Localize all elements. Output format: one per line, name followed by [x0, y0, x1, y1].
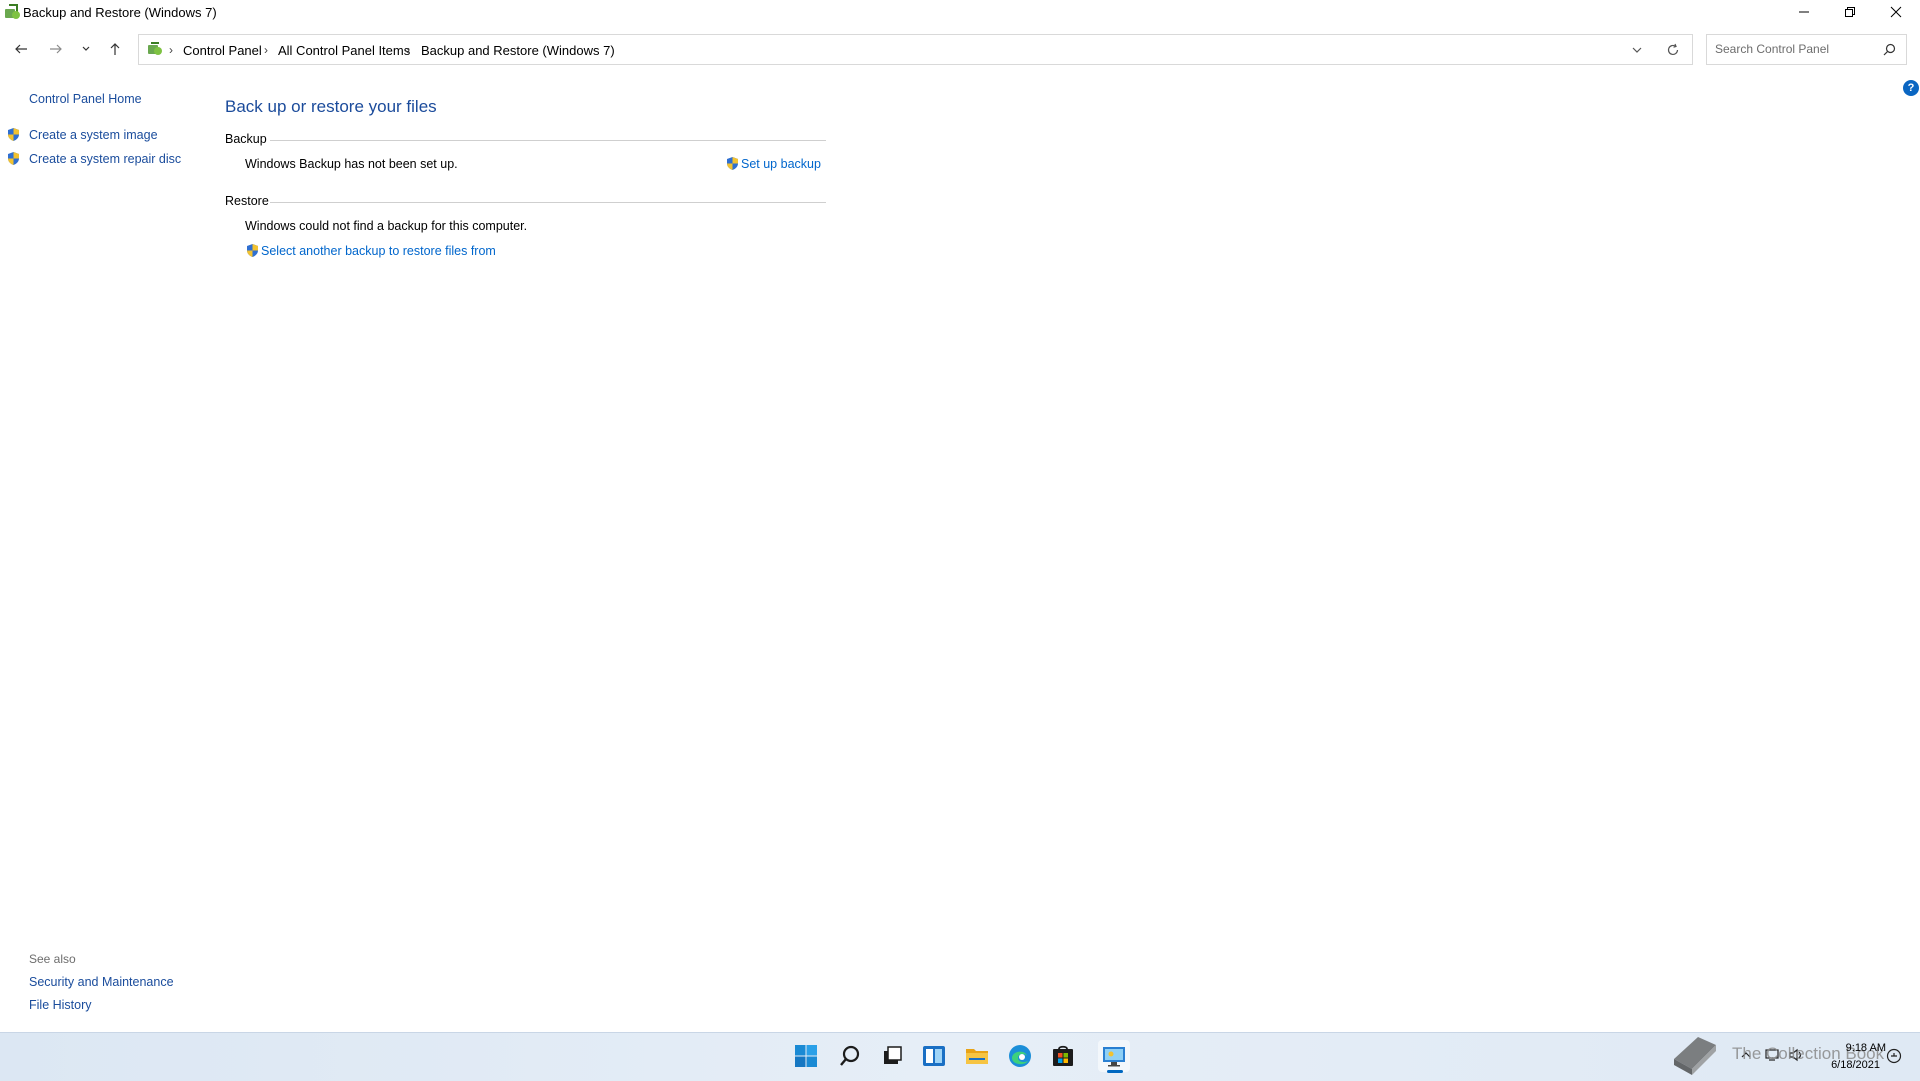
- control-panel-taskbar-button[interactable]: [1098, 1040, 1130, 1072]
- backup-status: Windows Backup has not been set up.: [245, 157, 458, 171]
- forward-button[interactable]: [46, 39, 66, 59]
- close-icon: [1890, 6, 1902, 18]
- active-app-indicator: [1107, 1070, 1123, 1073]
- widgets-icon: [923, 1046, 945, 1066]
- security-maintenance-link[interactable]: Security and Maintenance: [29, 975, 174, 989]
- chevron-down-icon: [82, 46, 90, 51]
- create-system-image-link[interactable]: Create a system image: [29, 128, 158, 142]
- window-title: Backup and Restore (Windows 7): [23, 5, 217, 20]
- recent-locations-button[interactable]: [76, 39, 96, 59]
- breadcrumb-separator: ›: [264, 43, 268, 57]
- taskbar: [0, 1032, 1920, 1081]
- arrow-left-icon: [15, 44, 27, 54]
- breadcrumb-backup-restore[interactable]: Backup and Restore (Windows 7): [421, 43, 615, 58]
- breadcrumb-separator: ›: [406, 43, 410, 57]
- uac-shield-icon: [8, 152, 19, 165]
- breadcrumb-control-panel[interactable]: Control Panel: [183, 43, 262, 58]
- taskbar-search-button[interactable]: [834, 1040, 866, 1072]
- widgets-button[interactable]: [918, 1040, 950, 1072]
- task-view-button[interactable]: [876, 1040, 908, 1072]
- address-bar[interactable]: › Control Panel › All Control Panel Item…: [138, 34, 1693, 65]
- clock-time[interactable]: 9:18 AM: [1836, 1042, 1886, 1054]
- edge-button[interactable]: [1004, 1040, 1036, 1072]
- control-panel-home-link[interactable]: Control Panel Home: [29, 92, 142, 106]
- control-panel-icon: [1103, 1047, 1125, 1067]
- file-history-link[interactable]: File History: [29, 998, 92, 1012]
- restore-icon: [1845, 7, 1855, 17]
- close-button[interactable]: [1873, 0, 1919, 24]
- file-explorer-button[interactable]: [961, 1040, 993, 1072]
- address-history-chevron-icon[interactable]: [1630, 43, 1644, 57]
- restore-heading: Restore: [225, 194, 269, 208]
- arrow-right-icon: [50, 44, 62, 54]
- uac-shield-icon: [247, 244, 258, 257]
- breadcrumb-separator: ›: [169, 43, 173, 57]
- help-button[interactable]: ?: [1903, 80, 1919, 96]
- backup-restore-app-icon: [5, 4, 20, 19]
- store-button[interactable]: [1047, 1040, 1079, 1072]
- search-icon: [1883, 43, 1896, 56]
- book-watermark-icon: [1674, 1037, 1716, 1075]
- restore-divider: [270, 202, 826, 203]
- select-another-backup-link[interactable]: Select another backup to restore files f…: [261, 244, 496, 258]
- see-also-label: See also: [29, 952, 76, 966]
- minimize-icon: [1799, 11, 1809, 13]
- title-bar: Backup and Restore (Windows 7): [0, 0, 1920, 24]
- refresh-icon[interactable]: [1666, 43, 1680, 57]
- up-button[interactable]: [105, 39, 125, 59]
- task-view-icon: [884, 1046, 902, 1064]
- restore-button[interactable]: [1827, 0, 1873, 24]
- restore-status: Windows could not find a backup for this…: [245, 219, 528, 233]
- set-up-backup-link[interactable]: Set up backup: [741, 157, 821, 171]
- uac-shield-icon: [727, 157, 738, 170]
- clock-date[interactable]: 6/18/2021: [1822, 1059, 1880, 1071]
- windows-start-button[interactable]: [790, 1040, 822, 1072]
- arrow-up-icon: [110, 43, 120, 55]
- search-box[interactable]: [1706, 34, 1907, 65]
- minimize-button[interactable]: [1781, 0, 1827, 24]
- windows-start-icon: [795, 1045, 817, 1067]
- notifications-icon[interactable]: [1886, 1048, 1902, 1064]
- search-input[interactable]: [1713, 41, 1877, 57]
- create-system-repair-disc-link[interactable]: Create a system repair disc: [29, 152, 181, 166]
- file-explorer-icon: [966, 1049, 988, 1064]
- control-panel-icon: [148, 42, 162, 55]
- backup-heading: Backup: [225, 132, 267, 146]
- edge-icon: [1009, 1045, 1031, 1067]
- uac-shield-icon: [8, 128, 19, 141]
- breadcrumb-all-items[interactable]: All Control Panel Items: [278, 43, 410, 58]
- page-title: Back up or restore your files: [225, 97, 437, 116]
- search-icon: [840, 1045, 860, 1066]
- store-icon: [1053, 1045, 1073, 1066]
- backup-divider: [270, 140, 826, 141]
- back-button[interactable]: [11, 39, 31, 59]
